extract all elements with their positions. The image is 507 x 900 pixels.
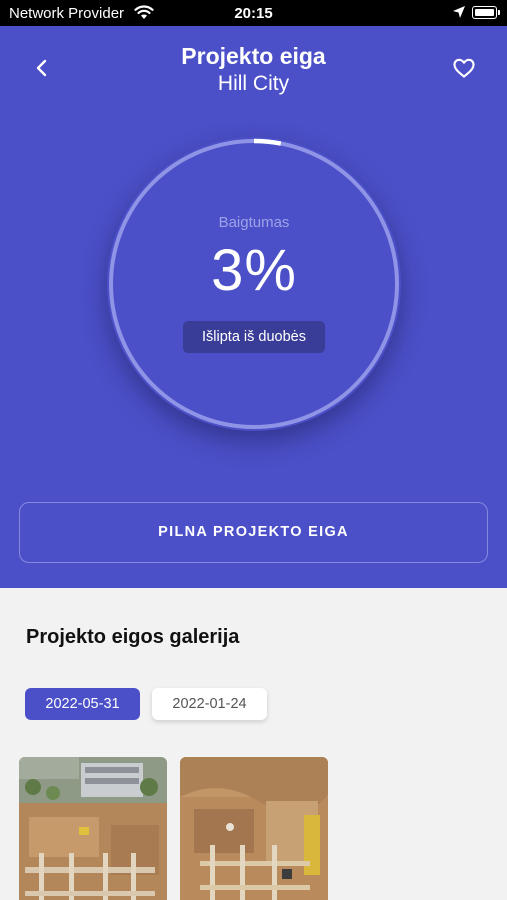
stage-badge: Išlipta iš duobės [183, 321, 325, 353]
progress-percentage: 3% [211, 238, 297, 303]
full-progress-button[interactable]: PILNA PROJEKTO EIGA [19, 502, 488, 563]
heart-outline-icon[interactable] [452, 56, 476, 80]
status-bar: Network Provider 20:15 [0, 0, 507, 26]
date-chip[interactable]: 2022-01-24 [152, 688, 267, 720]
location-arrow-icon [453, 6, 465, 18]
project-header: Projekto eiga Hill City Baigtumas 3% Išl… [0, 26, 507, 588]
page-title: Projekto eiga [181, 43, 326, 69]
gallery-title: Projekto eigos galerija [26, 626, 240, 648]
project-name: Hill City [217, 72, 290, 95]
gallery-photo[interactable] [19, 757, 167, 900]
screen: Network Provider 20:15 Projekto eiga Hil… [0, 0, 507, 900]
progress-gauge: Baigtumas 3% Išlipta iš duobės [107, 137, 401, 431]
date-chip-selected[interactable]: 2022-05-31 [25, 688, 140, 720]
gallery-photo[interactable] [180, 757, 328, 900]
battery-icon [472, 6, 500, 19]
clock: 20:15 [234, 5, 273, 22]
progress-label: Baigtumas [218, 214, 290, 231]
